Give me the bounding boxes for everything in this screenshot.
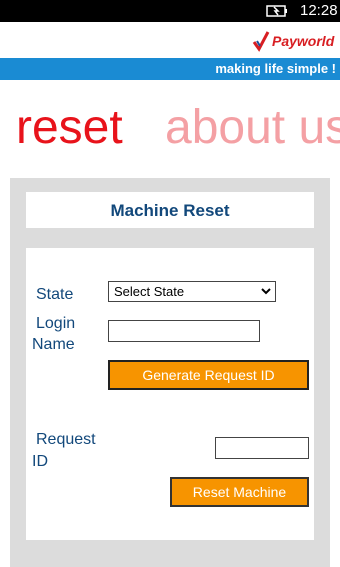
request-id-input[interactable] <box>215 437 309 459</box>
brand-name: Payworld <box>272 33 335 49</box>
state-select[interactable]: Select State <box>108 281 276 302</box>
checkmark-logo-icon <box>252 31 270 52</box>
payworld-logo: Payworld <box>252 28 334 54</box>
state-select-value: Select State <box>114 284 185 299</box>
request-label-line2: ID <box>32 453 48 470</box>
generate-request-id-button[interactable]: Generate Request ID <box>108 360 309 390</box>
status-bar: 12:28 <box>0 0 340 22</box>
login-name-input[interactable] <box>108 320 260 342</box>
form-title-box: Machine Reset <box>26 192 314 228</box>
battery-charging-icon <box>266 5 287 17</box>
request-label-line1: Request <box>36 431 96 448</box>
state-label: State <box>36 286 74 303</box>
chevron-down-icon <box>261 288 271 295</box>
pivot-tab-about-us[interactable]: about us <box>165 100 340 156</box>
tagline-text: making life simple ! <box>215 61 336 76</box>
login-label-line1: Login <box>36 315 76 332</box>
login-label-line2: Name <box>32 336 75 353</box>
tagline-bar: making life simple ! <box>0 58 340 80</box>
reset-machine-button[interactable]: Reset Machine <box>170 477 309 507</box>
pivot-tab-reset[interactable]: reset <box>16 100 123 156</box>
form-title: Machine Reset <box>110 201 230 220</box>
status-time: 12:28 <box>300 2 338 19</box>
